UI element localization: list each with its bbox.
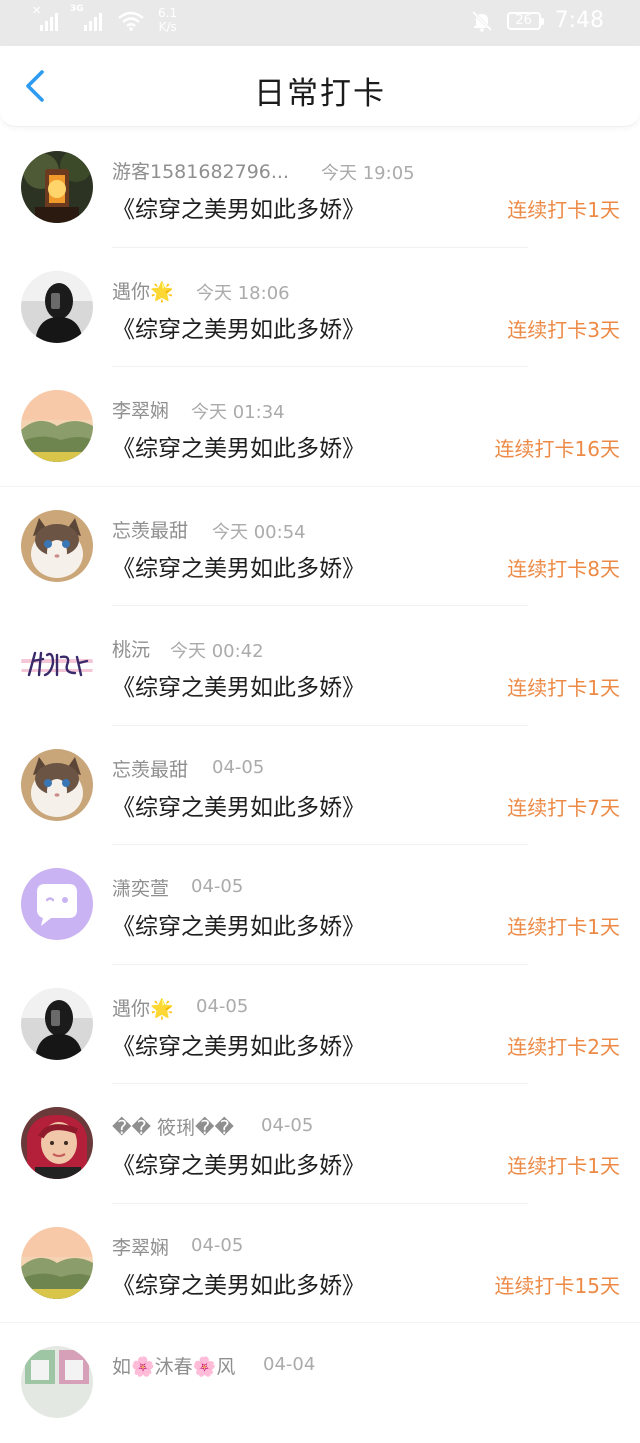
- streak-label: 连续打卡15天: [494, 1273, 620, 1298]
- streak-label: 连续打卡7天: [507, 795, 620, 820]
- list-item[interactable]: 如🌸沐春🌸风 04-04: [0, 1323, 640, 1443]
- book-title: 《综穿之美男如此多娇》: [112, 316, 365, 343]
- avatar[interactable]: [21, 151, 93, 223]
- list-item[interactable]: �� 筱琍�� 04-05 《综穿之美男如此多娇》 连续打卡1天: [0, 1084, 640, 1204]
- list-item[interactable]: 桃沅 今天 00:42 《综穿之美男如此多娇》 连续打卡1天: [0, 606, 640, 726]
- list-item[interactable]: 忘羡最甜 04-05 《综穿之美男如此多娇》 连续打卡7天: [0, 726, 640, 845]
- header-bar: 日常打卡: [0, 46, 640, 127]
- user-name: 忘羡最甜: [112, 758, 189, 781]
- list-item[interactable]: 游客1581682796... 今天 19:05 《综穿之美男如此多娇》 连续打…: [0, 128, 640, 248]
- no-signal-icon: ✕: [32, 5, 58, 31]
- checkin-time: 04-05: [261, 1115, 314, 1136]
- streak-label: 连续打卡1天: [507, 1154, 620, 1178]
- checkin-time: 今天 00:42: [170, 641, 264, 662]
- checkin-time: 今天 01:34: [191, 402, 285, 423]
- avatar[interactable]: [21, 987, 93, 1060]
- streak-label: 连续打卡1天: [507, 915, 620, 939]
- book-title: 《综穿之美男如此多娇》: [112, 1033, 365, 1060]
- avatar[interactable]: [21, 270, 93, 343]
- checkin-list: 游客1581682796... 今天 19:05 《综穿之美男如此多娇》 连续打…: [0, 128, 640, 1443]
- book-title: 《综穿之美男如此多娇》: [112, 675, 365, 701]
- checkin-time: 今天 18:06: [196, 282, 290, 304]
- checkin-time: 04-04: [263, 1354, 316, 1375]
- user-name: 潇奕萱: [112, 878, 170, 900]
- streak-label: 连续打卡2天: [507, 1034, 620, 1059]
- book-title: 《综穿之美男如此多娇》: [112, 914, 365, 940]
- avatar[interactable]: [21, 1226, 93, 1299]
- mute-bell-icon: [471, 10, 492, 32]
- avatar[interactable]: [21, 390, 93, 462]
- book-title: 《综穿之美男如此多娇》: [112, 197, 365, 223]
- checkin-time: 04-05: [212, 756, 265, 778]
- user-name: 如🌸沐春🌸风: [112, 1356, 236, 1378]
- clock: 7:48: [554, 8, 604, 33]
- user-name: 游客1581682796...: [112, 161, 290, 183]
- user-name: 遇你🌟: [112, 997, 174, 1020]
- network-speed: 6.1 K/s: [158, 6, 178, 34]
- streak-label: 连续打卡1天: [507, 198, 620, 222]
- wifi-icon: [118, 11, 144, 31]
- streak-label: 连续打卡8天: [507, 556, 620, 581]
- user-name: 桃沅: [112, 639, 151, 661]
- streak-label: 连续打卡3天: [507, 317, 620, 342]
- avatar[interactable]: [21, 629, 93, 701]
- list-item[interactable]: 遇你🌟 今天 18:06 《综穿之美男如此多娇》 连续打卡3天: [0, 248, 640, 367]
- user-name: 忘羡最甜: [112, 519, 189, 542]
- book-title: 《综穿之美男如此多娇》: [112, 436, 365, 462]
- battery-icon: 26: [506, 11, 544, 30]
- avatar[interactable]: [21, 868, 93, 940]
- list-item[interactable]: 遇你🌟 04-05 《综穿之美男如此多娇》 连续打卡2天: [0, 965, 640, 1084]
- list-item[interactable]: 忘羡最甜 今天 00:54 《综穿之美男如此多娇》 连续打卡8天: [0, 487, 640, 606]
- user-name: �� 筱琍��: [112, 1117, 234, 1139]
- user-name: 李翠娴: [112, 400, 170, 422]
- status-bar: ✕ 3G 6.1 K/s 26 7:48: [0, 0, 640, 46]
- streak-label: 连续打卡1天: [507, 676, 620, 700]
- book-title: 《综穿之美男如此多娇》: [112, 555, 365, 582]
- list-item[interactable]: 李翠娴 今天 01:34 《综穿之美男如此多娇》 连续打卡16天: [0, 367, 640, 487]
- user-name: 李翠娴: [112, 1236, 170, 1259]
- avatar[interactable]: [21, 1346, 93, 1418]
- streak-label: 连续打卡16天: [494, 437, 620, 461]
- list-item[interactable]: 李翠娴 04-05 《综穿之美男如此多娇》 连续打卡15天: [0, 1204, 640, 1323]
- avatar[interactable]: [21, 1107, 93, 1179]
- checkin-time: 04-05: [191, 876, 244, 897]
- page-title: 日常打卡: [254, 76, 386, 112]
- signal-3g-icon: 3G: [70, 5, 102, 31]
- book-title: 《综穿之美男如此多娇》: [112, 794, 365, 821]
- list-item[interactable]: 潇奕萱 04-05 《综穿之美男如此多娇》 连续打卡1天: [0, 845, 640, 965]
- avatar[interactable]: [21, 509, 93, 582]
- avatar[interactable]: [21, 748, 93, 821]
- book-title: 《综穿之美男如此多娇》: [112, 1153, 365, 1179]
- checkin-time: 今天 00:54: [212, 521, 306, 543]
- book-title: 《综穿之美男如此多娇》: [112, 1272, 365, 1299]
- checkin-time: 04-05: [191, 1234, 244, 1256]
- checkin-time: 04-05: [196, 995, 249, 1017]
- checkin-time: 今天 19:05: [321, 163, 415, 184]
- user-name: 遇你🌟: [112, 280, 174, 303]
